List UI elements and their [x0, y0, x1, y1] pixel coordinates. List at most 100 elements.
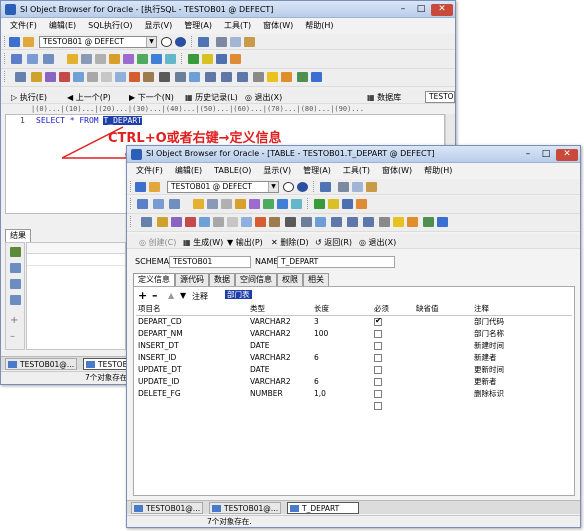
col-type[interactable]: NUMBER — [248, 387, 312, 399]
calc-icon[interactable] — [285, 217, 296, 227]
layout-icon[interactable] — [221, 72, 232, 82]
disconnect-icon[interactable] — [23, 37, 34, 47]
col-name[interactable]: INSERT_DT — [136, 339, 248, 351]
database-button[interactable]: ▦ 数据库 — [367, 92, 401, 103]
col-type[interactable]: VARCHAR2 — [248, 327, 312, 339]
menu-admin[interactable]: 管理(A) — [178, 20, 218, 31]
plus-icon[interactable]: + — [10, 315, 21, 326]
function-icon[interactable] — [314, 199, 325, 209]
key-icon[interactable] — [31, 72, 42, 82]
col-header-default[interactable]: 缺省值 — [414, 303, 472, 316]
minimize-icon[interactable]: – — [395, 4, 411, 16]
sequence-icon[interactable] — [151, 54, 162, 64]
sql-icon[interactable] — [11, 54, 22, 64]
storage-icon[interactable] — [95, 54, 106, 64]
tab-privilege[interactable]: 权限 — [277, 273, 303, 286]
required-checkbox[interactable] — [374, 316, 382, 326]
col-name[interactable]: INSERT_ID — [136, 351, 248, 363]
maximize-icon[interactable]: □ — [538, 149, 554, 161]
menu-file[interactable]: 文件(F) — [4, 20, 43, 31]
required-checkbox[interactable] — [374, 401, 382, 410]
search-icon[interactable] — [213, 217, 224, 227]
col-length[interactable] — [312, 399, 372, 411]
wizard-icon[interactable] — [407, 217, 418, 227]
next-button[interactable]: ▶ 下一个(N) — [129, 92, 174, 103]
doc-icon[interactable] — [227, 217, 238, 227]
user-icon[interactable] — [67, 54, 78, 64]
report-icon[interactable] — [241, 217, 252, 227]
col-name[interactable]: DELETE_FG — [136, 387, 248, 399]
delete-button[interactable]: ✕ 删除(D) — [271, 237, 309, 248]
monitor-icon[interactable] — [363, 217, 374, 227]
table-row[interactable]: UPDATE_ID VARCHAR2 6 更新者 — [136, 375, 572, 387]
menu-tools[interactable]: 工具(T) — [218, 20, 257, 31]
db-icon[interactable] — [81, 54, 92, 64]
col-length[interactable] — [312, 339, 372, 351]
user-icon[interactable] — [193, 199, 204, 209]
table-row[interactable]: UPDATE_DT DATE 更新时间 — [136, 363, 572, 375]
form-view-icon[interactable] — [10, 279, 21, 289]
search-icon[interactable] — [87, 72, 98, 82]
create-button[interactable]: ◎ 创建(C) — [139, 237, 176, 248]
col-comment[interactable]: 部门名称 — [472, 327, 572, 339]
exit-button[interactable]: ◎ 退出(X) — [359, 237, 396, 248]
monitor-icon[interactable] — [237, 72, 248, 82]
col-default[interactable] — [414, 387, 472, 399]
export-icon[interactable] — [199, 217, 210, 227]
menu-admin[interactable]: 管理(A) — [297, 165, 337, 176]
history-button[interactable]: ▦ 历史记录(L) — [185, 92, 238, 103]
schema-icon[interactable] — [45, 72, 56, 82]
schema-field[interactable]: TESTOB01 — [169, 256, 251, 268]
col-default[interactable] — [414, 339, 472, 351]
menu-sql-exec[interactable]: SQL执行(O) — [82, 20, 138, 31]
col-comment[interactable] — [472, 399, 572, 411]
menu-window[interactable]: 窗体(W) — [376, 165, 418, 176]
comment-field[interactable]: 部门表 — [222, 290, 402, 302]
text-view-icon[interactable] — [10, 295, 21, 305]
menu-edit[interactable]: 编辑(E) — [43, 20, 82, 31]
copy-icon[interactable] — [230, 37, 241, 47]
table-row[interactable]: INSERT_ID VARCHAR2 6 新建者 — [136, 351, 572, 363]
col-length[interactable]: 100 — [312, 327, 372, 339]
col-comment[interactable]: 更新时间 — [472, 363, 572, 375]
col-length[interactable]: 6 — [312, 351, 372, 363]
col-length[interactable] — [312, 363, 372, 375]
col-default[interactable] — [414, 315, 472, 327]
db-icon[interactable] — [207, 199, 218, 209]
connection-select[interactable]: TESTOB01 @ DEFECT ▼ — [167, 181, 279, 193]
menu-view[interactable]: 显示(V) — [257, 165, 297, 176]
col-comment[interactable]: 更新者 — [472, 375, 572, 387]
undo-icon[interactable] — [198, 37, 209, 47]
info-icon[interactable] — [311, 72, 322, 82]
required-checkbox[interactable] — [374, 389, 382, 398]
required-checkbox[interactable] — [374, 365, 382, 374]
tab-space[interactable]: 空间信息 — [235, 273, 277, 286]
name-field[interactable]: T_DEPART — [277, 256, 395, 268]
menu-window[interactable]: 窗体(W) — [257, 20, 299, 31]
trigger-icon[interactable] — [263, 199, 274, 209]
synonym-icon[interactable] — [165, 54, 176, 64]
col-header-name[interactable]: 项目名 — [136, 303, 248, 316]
tab-related[interactable]: 相关 — [303, 273, 329, 286]
task-item[interactable]: TESTOB01@… — [209, 502, 281, 514]
tab-result[interactable]: 结果 — [5, 229, 31, 242]
result-grid[interactable] — [26, 242, 126, 350]
connect-icon[interactable] — [135, 182, 146, 192]
col-length[interactable]: 1,0 — [312, 387, 372, 399]
required-checkbox[interactable] — [374, 341, 382, 350]
table-icon[interactable] — [27, 54, 38, 64]
col-type[interactable] — [248, 399, 312, 411]
function-icon[interactable] — [188, 54, 199, 64]
col-comment[interactable]: 部门代码 — [472, 315, 572, 327]
exit-button[interactable]: ◎ 退出(X) — [245, 92, 282, 103]
option-icon[interactable] — [423, 217, 434, 227]
col-name[interactable]: DEPART_NM — [136, 327, 248, 339]
lock-icon[interactable] — [109, 54, 120, 64]
table-row[interactable]: DEPART_CD VARCHAR2 3 部门代码 — [136, 315, 572, 327]
col-default[interactable] — [414, 399, 472, 411]
compare-icon[interactable] — [143, 72, 154, 82]
menu-tools[interactable]: 工具(T) — [337, 165, 376, 176]
generate-button[interactable]: ▦ 生成(W) — [183, 237, 223, 248]
col-name[interactable]: UPDATE_ID — [136, 375, 248, 387]
window-icon[interactable] — [331, 217, 342, 227]
